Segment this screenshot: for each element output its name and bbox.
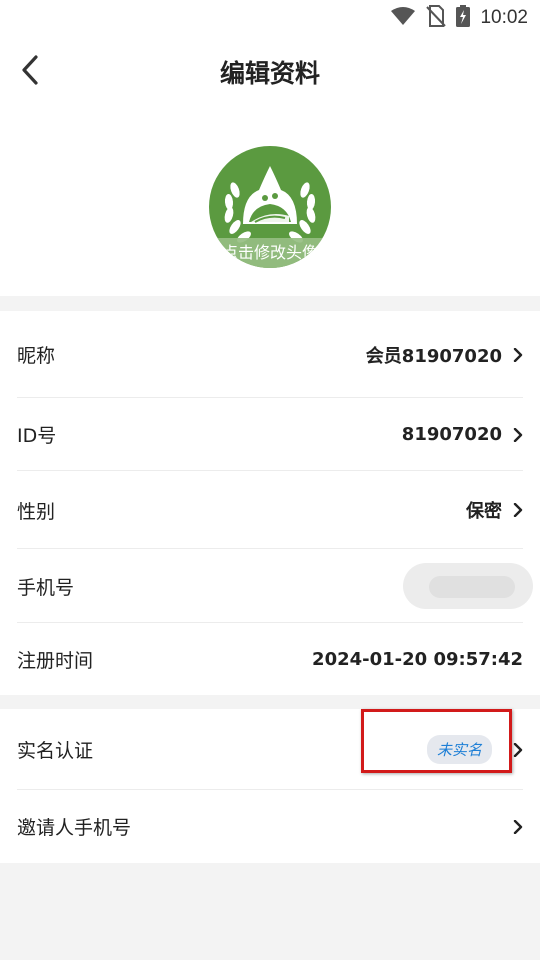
battery-charging-icon bbox=[456, 5, 471, 31]
profile-info-section: 昵称 会员81907020 ID号 81907020 性别 保密 手机号 注册时… bbox=[0, 311, 540, 695]
app-bar: 编辑资料 bbox=[0, 36, 540, 108]
avatar[interactable]: 点击修改头像 bbox=[209, 146, 331, 268]
chevron-right-icon bbox=[512, 347, 524, 363]
nickname-label: 昵称 bbox=[17, 345, 56, 367]
gender-row[interactable]: 性别 保密 bbox=[0, 471, 540, 549]
id-value: 81907020 bbox=[401, 424, 502, 445]
real-name-label: 实名认证 bbox=[17, 740, 94, 762]
wifi-icon bbox=[390, 6, 416, 30]
phone-row: 手机号 bbox=[0, 549, 540, 623]
verification-section: 实名认证 未实名 邀请人手机号 bbox=[0, 709, 540, 863]
status-time: 10:02 bbox=[480, 7, 528, 28]
id-label: ID号 bbox=[17, 425, 57, 447]
nickname-row[interactable]: 昵称 会员81907020 bbox=[0, 311, 540, 398]
inviter-phone-row[interactable]: 邀请人手机号 bbox=[0, 790, 540, 863]
chevron-right-icon bbox=[512, 427, 524, 443]
avatar-section: 点击修改头像 bbox=[0, 108, 540, 296]
page-title: 编辑资料 bbox=[219, 59, 320, 88]
status-bar: 10:02 bbox=[0, 0, 540, 36]
inviter-phone-label: 邀请人手机号 bbox=[17, 817, 132, 839]
unverified-badge: 未实名 bbox=[426, 735, 492, 764]
nickname-value: 会员81907020 bbox=[365, 345, 502, 367]
no-sim-icon bbox=[426, 5, 447, 31]
phone-value-redacted bbox=[403, 563, 533, 609]
chevron-right-icon bbox=[512, 819, 524, 835]
register-time-label: 注册时间 bbox=[17, 649, 94, 672]
register-time-value: 2024-01-20 09:57:42 bbox=[312, 648, 523, 670]
chevron-right-icon bbox=[512, 502, 524, 518]
avatar-caption: 点击修改头像 bbox=[209, 238, 331, 268]
id-row[interactable]: ID号 81907020 bbox=[0, 398, 540, 471]
gender-label: 性别 bbox=[17, 500, 56, 523]
phone-label: 手机号 bbox=[17, 576, 75, 599]
gender-value: 保密 bbox=[466, 501, 502, 522]
chevron-right-icon bbox=[512, 742, 524, 758]
real-name-row[interactable]: 实名认证 未实名 bbox=[0, 709, 540, 790]
status-icons: 10:02 bbox=[390, 5, 528, 31]
register-time-row: 注册时间 2024-01-20 09:57:42 bbox=[0, 623, 540, 695]
